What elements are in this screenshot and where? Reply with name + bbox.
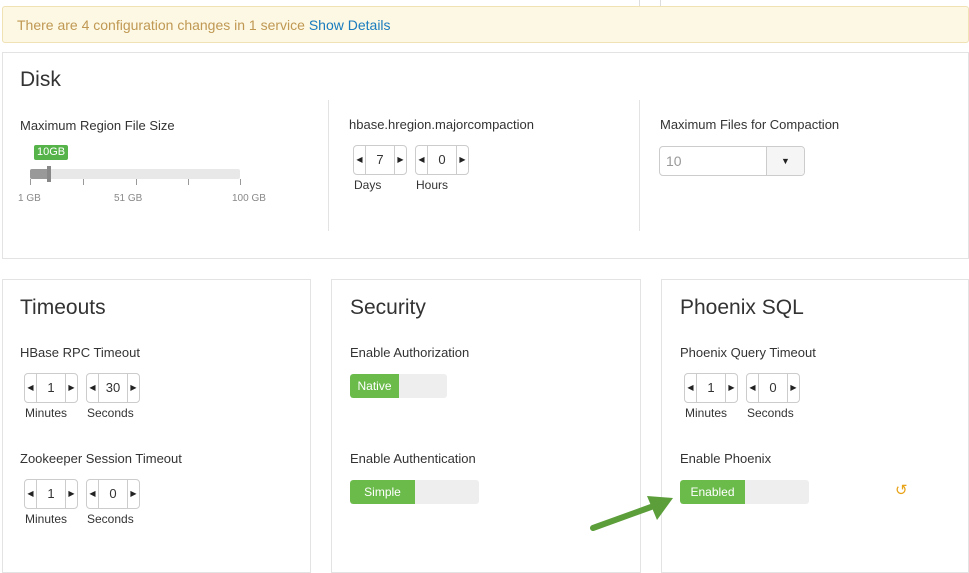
seconds-unit: Seconds xyxy=(87,406,134,420)
annotation-arrow-icon xyxy=(590,496,673,531)
rpc-minutes-value[interactable]: 1 xyxy=(37,374,65,402)
max-files-value[interactable]: 10 xyxy=(666,147,682,175)
config-changes-alert: There are 4 configuration changes in 1 s… xyxy=(2,6,969,43)
authentication-value[interactable]: Simple xyxy=(350,480,415,504)
zookeeper-timeout-label: Zookeeper Session Timeout xyxy=(20,451,182,466)
divider xyxy=(328,100,329,231)
region-size-label: Maximum Region File Size xyxy=(20,118,175,133)
query-timeout-label: Phoenix Query Timeout xyxy=(680,345,816,360)
seconds-unit: Seconds xyxy=(87,512,134,526)
zk-seconds-value[interactable]: 0 xyxy=(99,480,127,508)
rpc-minutes-stepper[interactable]: ◀ 1 ▶ xyxy=(24,373,78,403)
phoenix-seconds-stepper[interactable]: ◀ 0 ▶ xyxy=(746,373,800,403)
increment-arrow-icon[interactable]: ▶ xyxy=(394,146,406,174)
slider-min-label: 1 GB xyxy=(18,193,41,204)
hours-stepper[interactable]: ◀ 0 ▶ xyxy=(415,145,469,175)
max-files-select[interactable]: 10 ▼ xyxy=(659,146,805,176)
days-unit: Days xyxy=(354,178,382,192)
decrement-arrow-icon[interactable]: ◀ xyxy=(354,146,366,174)
slider-tick xyxy=(240,179,241,185)
increment-arrow-icon[interactable]: ▶ xyxy=(127,480,139,508)
timeouts-panel xyxy=(2,279,311,573)
slider-tick xyxy=(136,179,137,185)
slider-tick xyxy=(188,179,189,185)
region-size-slider-track[interactable] xyxy=(30,169,240,179)
phoenix-title: Phoenix SQL xyxy=(680,296,804,319)
authorization-toggle[interactable]: Native xyxy=(350,374,447,398)
enable-phoenix-toggle[interactable]: Enabled xyxy=(680,480,809,504)
increment-arrow-icon[interactable]: ▶ xyxy=(456,146,468,174)
slider-tick xyxy=(83,179,84,185)
divider xyxy=(639,100,640,231)
increment-arrow-icon[interactable]: ▶ xyxy=(725,374,737,402)
authorization-value[interactable]: Native xyxy=(350,374,399,398)
decrement-arrow-icon[interactable]: ◀ xyxy=(25,480,37,508)
hours-unit: Hours xyxy=(416,178,449,192)
zk-minutes-stepper[interactable]: ◀ 1 ▶ xyxy=(24,479,78,509)
decrement-arrow-icon[interactable]: ◀ xyxy=(87,374,99,402)
authorization-label: Enable Authorization xyxy=(350,345,470,360)
slider-mid-label: 51 GB xyxy=(114,193,143,204)
alert-text: There are 4 configuration changes in 1 s… xyxy=(17,17,305,33)
major-compaction-label: hbase.hregion.majorcompaction xyxy=(349,117,534,132)
rpc-seconds-value[interactable]: 30 xyxy=(99,374,127,402)
minutes-unit: Minutes xyxy=(25,406,68,420)
phoenix-panel xyxy=(661,279,969,573)
timeouts-title: Timeouts xyxy=(20,296,106,319)
phoenix-minutes-stepper[interactable]: ◀ 1 ▶ xyxy=(684,373,738,403)
caret-down-icon[interactable]: ▼ xyxy=(766,147,804,175)
days-stepper[interactable]: ◀ 7 ▶ xyxy=(353,145,407,175)
disk-title: Disk xyxy=(20,68,61,91)
increment-arrow-icon[interactable]: ▶ xyxy=(65,374,77,402)
increment-arrow-icon[interactable]: ▶ xyxy=(65,480,77,508)
show-details-link[interactable]: Show Details xyxy=(309,17,391,33)
security-title: Security xyxy=(350,296,426,319)
decrement-arrow-icon[interactable]: ◀ xyxy=(25,374,37,402)
slider-tick xyxy=(30,179,31,185)
phoenix-seconds-value[interactable]: 0 xyxy=(759,374,787,402)
days-value[interactable]: 7 xyxy=(366,146,394,174)
max-files-label: Maximum Files for Compaction xyxy=(660,117,840,132)
phoenix-minutes-value[interactable]: 1 xyxy=(697,374,725,402)
seconds-unit: Seconds xyxy=(747,406,794,420)
undo-icon[interactable]: ↺ xyxy=(895,481,908,499)
minutes-unit: Minutes xyxy=(25,512,68,526)
zk-seconds-stepper[interactable]: ◀ 0 ▶ xyxy=(86,479,140,509)
disk-panel xyxy=(2,52,969,259)
decrement-arrow-icon[interactable]: ◀ xyxy=(747,374,759,402)
rpc-timeout-label: HBase RPC Timeout xyxy=(20,345,140,360)
minutes-unit: Minutes xyxy=(685,406,728,420)
region-size-slider-handle[interactable] xyxy=(47,166,51,182)
authentication-toggle[interactable]: Simple xyxy=(350,480,479,504)
hours-value[interactable]: 0 xyxy=(428,146,456,174)
slider-max-label: 100 GB xyxy=(232,193,266,204)
increment-arrow-icon[interactable]: ▶ xyxy=(787,374,799,402)
rpc-seconds-stepper[interactable]: ◀ 30 ▶ xyxy=(86,373,140,403)
enable-phoenix-value[interactable]: Enabled xyxy=(680,480,745,504)
decrement-arrow-icon[interactable]: ◀ xyxy=(416,146,428,174)
zk-minutes-value[interactable]: 1 xyxy=(37,480,65,508)
region-size-value-badge: 10GB xyxy=(34,145,69,160)
increment-arrow-icon[interactable]: ▶ xyxy=(127,374,139,402)
decrement-arrow-icon[interactable]: ◀ xyxy=(87,480,99,508)
authentication-label: Enable Authentication xyxy=(350,451,476,466)
decrement-arrow-icon[interactable]: ◀ xyxy=(685,374,697,402)
enable-phoenix-label: Enable Phoenix xyxy=(680,451,772,466)
